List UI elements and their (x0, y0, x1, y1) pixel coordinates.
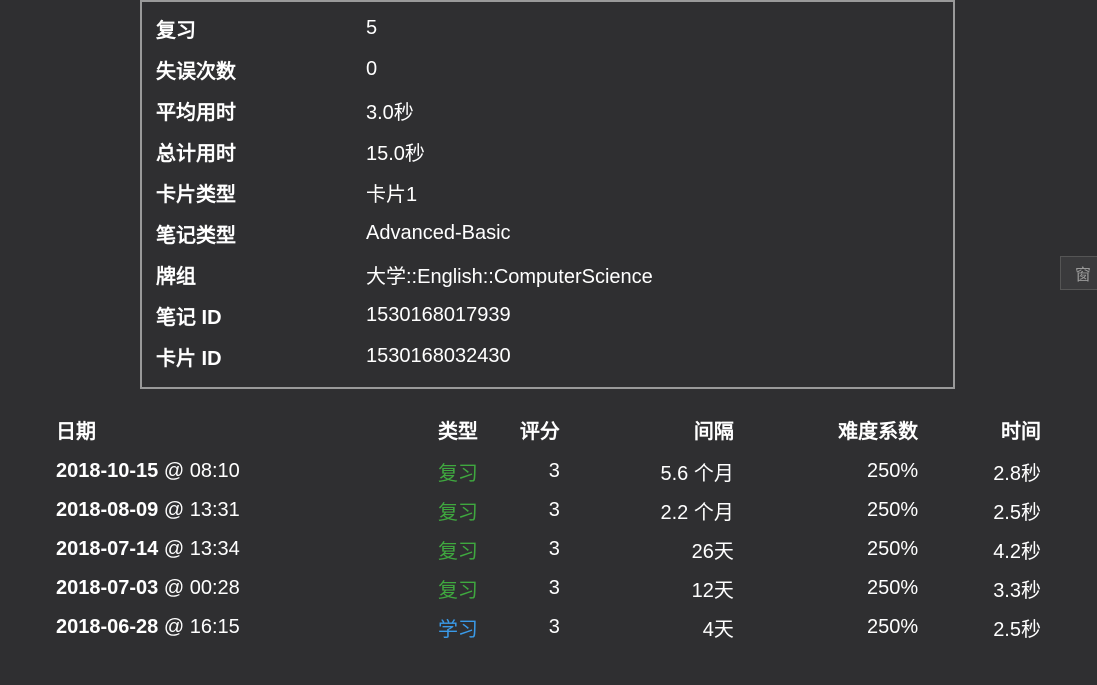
info-row: 牌组大学::English::ComputerScience (142, 254, 953, 295)
info-row: 卡片 ID1530168032430 (142, 336, 953, 377)
log-time: 2.5秒 (922, 491, 1045, 530)
info-value: 15.0秒 (366, 137, 939, 166)
log-interval: 4天 (564, 608, 738, 647)
log-rating: 3 (482, 530, 564, 569)
log-date: 2018-07-14 @ 13:34 (52, 530, 400, 569)
info-label: 失误次数 (156, 55, 366, 84)
header-ease: 难度系数 (738, 407, 922, 452)
info-row: 失误次数0 (142, 49, 953, 90)
log-ease: 250% (738, 491, 922, 530)
log-rating: 3 (482, 452, 564, 491)
log-type: 复习 (400, 569, 482, 608)
info-value: 5 (366, 17, 939, 40)
info-value: 1530168017939 (366, 304, 939, 327)
info-row: 复习5 (142, 8, 953, 49)
log-ease: 250% (738, 569, 922, 608)
log-interval: 12天 (564, 569, 738, 608)
info-label: 总计用时 (156, 137, 366, 166)
info-value: 0 (366, 58, 939, 81)
info-row: 卡片类型卡片1 (142, 172, 953, 213)
info-value: 大学::English::ComputerScience (366, 260, 939, 289)
review-log-row: 2018-06-28 @ 16:15学习34天250%2.5秒 (52, 608, 1045, 647)
log-interval: 5.6 个月 (564, 452, 738, 491)
header-date: 日期 (52, 407, 400, 452)
review-log-row: 2018-08-09 @ 13:31复习32.2 个月250%2.5秒 (52, 491, 1045, 530)
review-log-area: 日期 类型 评分 间隔 难度系数 时间 2018-10-15 @ 08:10复习… (0, 407, 1097, 647)
info-label: 平均用时 (156, 96, 366, 125)
info-value: 1530168032430 (366, 345, 939, 368)
info-label: 卡片类型 (156, 178, 366, 207)
log-time: 4.2秒 (922, 530, 1045, 569)
review-log-row: 2018-10-15 @ 08:10复习35.6 个月250%2.8秒 (52, 452, 1045, 491)
log-type: 复习 (400, 452, 482, 491)
log-interval: 26天 (564, 530, 738, 569)
info-label: 笔记 ID (156, 301, 366, 330)
log-type: 学习 (400, 608, 482, 647)
info-row: 平均用时3.0秒 (142, 90, 953, 131)
log-ease: 250% (738, 608, 922, 647)
log-time: 2.8秒 (922, 452, 1045, 491)
log-date: 2018-08-09 @ 13:31 (52, 491, 400, 530)
header-time: 时间 (922, 407, 1045, 452)
card-info-box: 复习5失误次数0平均用时3.0秒总计用时15.0秒卡片类型卡片1笔记类型Adva… (140, 0, 955, 389)
info-label: 复习 (156, 14, 366, 43)
stray-button-fragment[interactable]: 窗 (1060, 256, 1097, 290)
review-log-header-row: 日期 类型 评分 间隔 难度系数 时间 (52, 407, 1045, 452)
review-log-row: 2018-07-14 @ 13:34复习326天250%4.2秒 (52, 530, 1045, 569)
info-label: 卡片 ID (156, 342, 366, 371)
info-label: 笔记类型 (156, 219, 366, 248)
review-log-row: 2018-07-03 @ 00:28复习312天250%3.3秒 (52, 569, 1045, 608)
header-interval: 间隔 (564, 407, 738, 452)
log-date: 2018-10-15 @ 08:10 (52, 452, 400, 491)
log-rating: 3 (482, 569, 564, 608)
log-time: 2.5秒 (922, 608, 1045, 647)
log-rating: 3 (482, 608, 564, 647)
log-interval: 2.2 个月 (564, 491, 738, 530)
info-value: Advanced-Basic (366, 222, 939, 245)
info-row: 总计用时15.0秒 (142, 131, 953, 172)
log-date: 2018-07-03 @ 00:28 (52, 569, 400, 608)
log-type: 复习 (400, 491, 482, 530)
log-type: 复习 (400, 530, 482, 569)
info-value: 3.0秒 (366, 96, 939, 125)
header-rating: 评分 (482, 407, 564, 452)
log-ease: 250% (738, 530, 922, 569)
review-log-table: 日期 类型 评分 间隔 难度系数 时间 2018-10-15 @ 08:10复习… (52, 407, 1045, 647)
log-rating: 3 (482, 491, 564, 530)
log-date: 2018-06-28 @ 16:15 (52, 608, 400, 647)
info-row: 笔记 ID1530168017939 (142, 295, 953, 336)
info-row: 笔记类型Advanced-Basic (142, 213, 953, 254)
info-value: 卡片1 (366, 178, 939, 207)
header-type: 类型 (400, 407, 482, 452)
info-label: 牌组 (156, 260, 366, 289)
log-time: 3.3秒 (922, 569, 1045, 608)
log-ease: 250% (738, 452, 922, 491)
